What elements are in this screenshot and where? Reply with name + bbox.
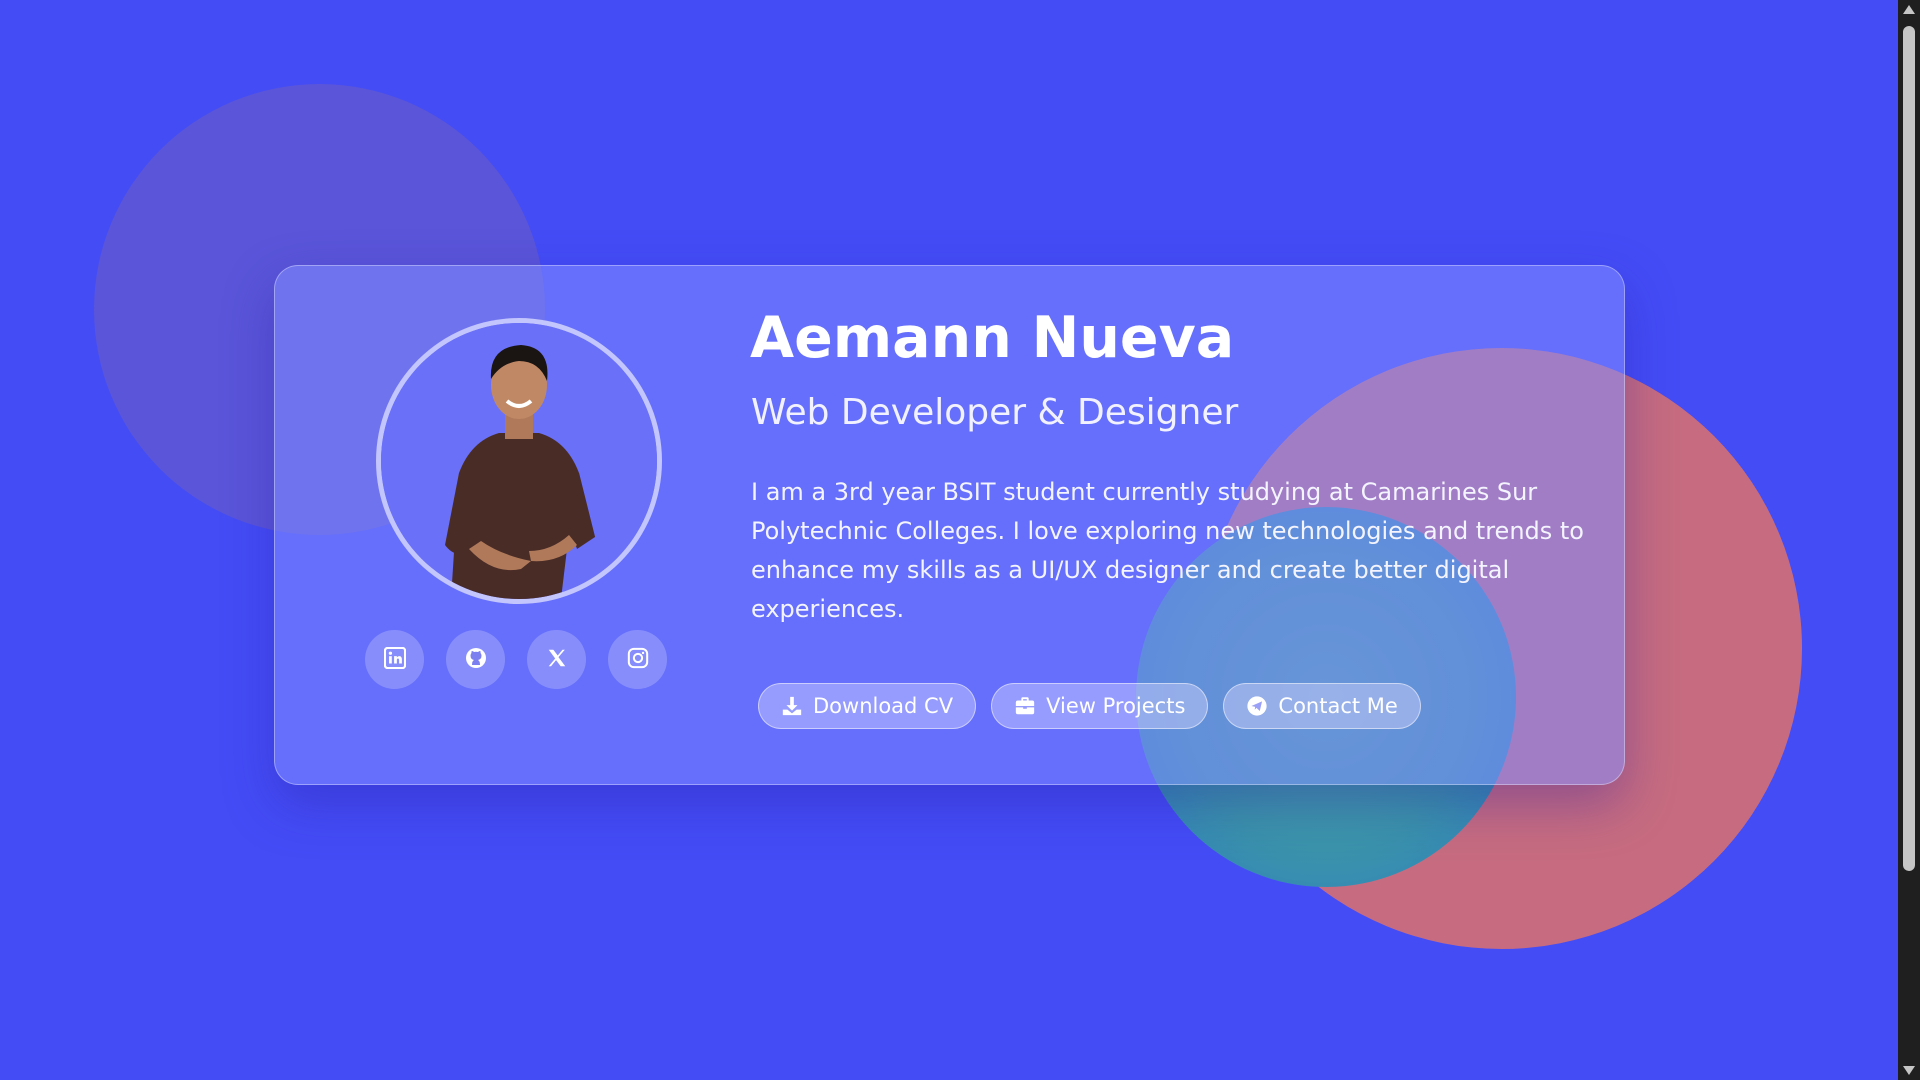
profile-photo: [381, 323, 657, 599]
download-icon: [781, 695, 803, 717]
profile-bio: I am a 3rd year BSIT student currently s…: [751, 478, 1584, 623]
download-cv-button[interactable]: Download CV: [758, 683, 977, 729]
view-projects-label: View Projects: [1046, 694, 1186, 718]
contact-me-label: Contact Me: [1278, 694, 1398, 718]
instagram-icon: [627, 647, 649, 673]
scroll-up-arrow-icon[interactable]: [1903, 5, 1915, 14]
download-cv-label: Download CV: [813, 694, 954, 718]
github-icon: [464, 646, 488, 674]
github-button[interactable]: [446, 630, 505, 689]
scroll-down-arrow-icon[interactable]: [1903, 1066, 1915, 1075]
view-projects-button[interactable]: View Projects: [991, 683, 1209, 729]
x-icon: [546, 647, 568, 673]
profile-role: Web Developer & Designer: [751, 392, 1239, 433]
social-links: [365, 630, 667, 689]
portfolio-page: Aemann Nueva Web Developer & Designer I …: [0, 0, 1898, 1080]
action-buttons: Download CV View Projects Contact Me: [758, 683, 1421, 729]
linkedin-icon: [383, 646, 406, 673]
briefcase-icon: [1014, 695, 1036, 717]
linkedin-button[interactable]: [365, 630, 424, 689]
scrollbar-thumb[interactable]: [1903, 26, 1915, 871]
profile-name: Aemann Nueva: [750, 305, 1235, 371]
avatar: [376, 318, 662, 604]
instagram-button[interactable]: [608, 630, 667, 689]
contact-me-button[interactable]: Contact Me: [1223, 683, 1421, 729]
vertical-scrollbar[interactable]: [1898, 0, 1920, 1080]
send-message-icon: [1246, 695, 1268, 717]
x-twitter-button[interactable]: [527, 630, 586, 689]
